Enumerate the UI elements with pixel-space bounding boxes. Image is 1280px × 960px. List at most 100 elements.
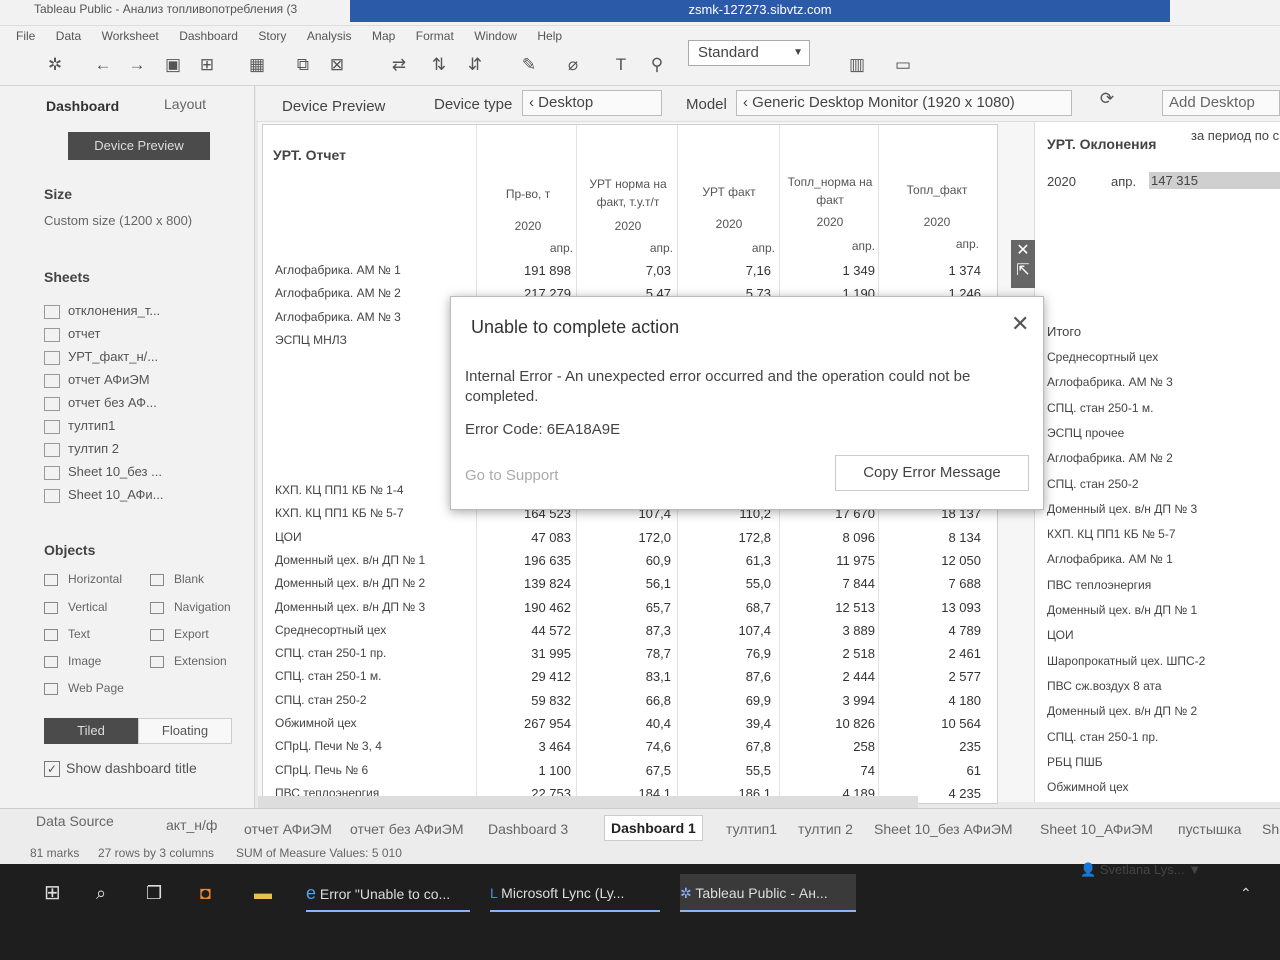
sheet-item[interactable]: отчет bbox=[44, 323, 100, 345]
menu-data[interactable]: Data bbox=[56, 26, 81, 46]
sheet-item[interactable]: отклонения_т... bbox=[44, 300, 160, 322]
add-layout-button[interactable]: Add Desktop bbox=[1162, 90, 1280, 116]
labels-icon[interactable]: T bbox=[610, 54, 632, 76]
sheet-tab-active[interactable]: Dashboard 1 bbox=[604, 815, 703, 841]
model-dropdown[interactable]: ‹ Generic Desktop Monitor (1920 x 1080) bbox=[736, 90, 1072, 116]
menu-analysis[interactable]: Analysis bbox=[307, 26, 352, 46]
tray-chevron-icon[interactable]: ⌃ bbox=[1240, 874, 1252, 912]
taskbar-item-tableau[interactable]: ✲ Tableau Public - Ан... bbox=[680, 874, 856, 912]
sheet-tab[interactable]: пустышка bbox=[1178, 821, 1241, 837]
show-title-checkbox[interactable]: ✓ Show dashboard title bbox=[44, 760, 197, 778]
tab-dashboard[interactable]: Dashboard bbox=[46, 98, 119, 114]
rotate-icon[interactable]: ⟳ bbox=[1096, 88, 1118, 110]
table-row[interactable]: Аглофабрика. АМ № 1 191 898 7,03 7,16 1 349 1… bbox=[263, 259, 997, 283]
user-menu[interactable]: 👤 Svetlana Lys... ▼ bbox=[1080, 862, 1230, 882]
deviation-item[interactable]: СПЦ. стан 250-1 пр. bbox=[1047, 730, 1158, 744]
object-image[interactable]: Image bbox=[44, 654, 101, 668]
copy-error-button[interactable]: Copy Error Message bbox=[835, 455, 1029, 491]
sheet-item[interactable]: отчет без АФ... bbox=[44, 392, 157, 414]
menu-window[interactable]: Window bbox=[474, 26, 517, 46]
deviation-item[interactable]: Аглофабрика. АМ № 1 bbox=[1047, 552, 1173, 566]
table-row[interactable]: СПЦ. стан 250-1 пр. 31 995 78,7 76,9 2 518 2 … bbox=[263, 642, 997, 666]
search-icon[interactable]: ⌕ bbox=[96, 874, 106, 912]
object-export[interactable]: Export bbox=[150, 627, 209, 641]
duplicate-icon[interactable]: ⧉ bbox=[292, 54, 314, 76]
device-preview-button[interactable]: Device Preview bbox=[68, 132, 210, 160]
tiled-button[interactable]: Tiled bbox=[44, 718, 138, 744]
clear-sheet-icon[interactable]: ⊠ bbox=[326, 54, 348, 76]
table-row[interactable]: СПрЦ. Печи № 3, 4 3 464 74,6 67,8 258 235 bbox=[263, 735, 997, 759]
sheet-tab[interactable]: Sheet 10_без АФиЭМ bbox=[874, 821, 1013, 837]
deviation-item[interactable]: Доменный цех. в/н ДП № 1 bbox=[1047, 603, 1197, 617]
menu-format[interactable]: Format bbox=[416, 26, 454, 46]
deviation-item[interactable]: Обжимной цех bbox=[1047, 780, 1129, 794]
deviation-item[interactable]: Среднесортный цех bbox=[1047, 350, 1158, 364]
deviation-item[interactable]: РБЦ ПШБ bbox=[1047, 755, 1103, 769]
object-navigation[interactable]: Navigation bbox=[150, 600, 231, 614]
taskbar-item-lync[interactable]: L Microsoft Lync (Ly... bbox=[490, 874, 660, 912]
fit-mode-dropdown[interactable]: Standard ▼ bbox=[688, 40, 810, 66]
close-icon[interactable]: ✕ bbox=[1011, 311, 1029, 337]
sheet-item[interactable]: отчет АФиЭМ bbox=[44, 369, 150, 391]
windows-start-icon[interactable]: ⊞ bbox=[44, 874, 61, 912]
open-external-icon[interactable]: ⇱ bbox=[1011, 260, 1035, 280]
sheet-tab[interactable]: отчет без АФиЭМ bbox=[350, 821, 464, 837]
taskbar-item-ie[interactable]: e Error "Unable to co... bbox=[306, 874, 470, 912]
object-web-page[interactable]: Web Page bbox=[44, 681, 124, 695]
show-me-icon[interactable]: ▥ bbox=[846, 54, 868, 76]
sheet-item[interactable]: тултип1 bbox=[44, 415, 115, 437]
deviation-item[interactable]: Аглофабрика. АМ № 2 bbox=[1047, 451, 1173, 465]
table-row[interactable]: Доменный цех. в/н ДП № 1 196 635 60,9 61,3 1… bbox=[263, 549, 997, 573]
deviation-item[interactable]: Доменный цех. в/н ДП № 3 bbox=[1047, 502, 1197, 516]
new-worksheet-icon[interactable]: ▦ bbox=[246, 54, 268, 76]
sheet-tab[interactable]: тултип1 bbox=[726, 821, 777, 837]
table-row[interactable]: Среднесортный цех 44 572 87,3 107,4 3 889 4 7… bbox=[263, 619, 997, 643]
deviation-item[interactable]: ПВС теплоэнергия bbox=[1047, 578, 1151, 592]
deviations-sheet[interactable]: УРТ. Оклонения за период по с 2020 апр. … bbox=[1034, 122, 1280, 802]
group-icon[interactable]: ⌀ bbox=[562, 54, 584, 76]
menu-worksheet[interactable]: Worksheet bbox=[102, 26, 159, 46]
deviation-item[interactable]: Шаропрокатный цех. ШПС-2 bbox=[1047, 654, 1205, 668]
table-row[interactable]: Доменный цех. в/н ДП № 3 190 462 65,7 68,7 1… bbox=[263, 596, 997, 620]
pin-icon[interactable]: ⚲ bbox=[646, 54, 668, 76]
device-type-dropdown[interactable]: ‹ Desktop bbox=[522, 90, 662, 116]
table-row[interactable]: СПЦ. стан 250-2 59 832 66,8 69,9 3 994 4 180 bbox=[263, 689, 997, 713]
object-text[interactable]: Text bbox=[44, 627, 90, 641]
tab-layout[interactable]: Layout bbox=[164, 96, 206, 112]
go-to-support-link[interactable]: Go to Support bbox=[465, 467, 558, 484]
deviation-item[interactable]: ПВС сж.воздух 8 ата bbox=[1047, 679, 1162, 693]
undo-icon[interactable]: ← bbox=[92, 54, 114, 76]
object-horizontal[interactable]: Horizontal bbox=[44, 572, 122, 586]
deviation-item[interactable]: Доменный цех. в/н ДП № 2 bbox=[1047, 704, 1197, 718]
menu-dashboard[interactable]: Dashboard bbox=[179, 26, 238, 46]
menu-file[interactable]: File bbox=[16, 26, 35, 46]
deviation-item[interactable]: КХП. КЦ ПП1 КБ № 5-7 bbox=[1047, 527, 1176, 541]
menu-map[interactable]: Map bbox=[372, 26, 395, 46]
deviation-item[interactable]: ЦОИ bbox=[1047, 628, 1074, 642]
tableau-logo-icon[interactable]: ✲ bbox=[44, 54, 66, 76]
sheet-item[interactable]: тултип 2 bbox=[44, 438, 119, 460]
highlight-icon[interactable]: ✎ bbox=[518, 54, 540, 76]
outlook-icon[interactable]: ◘ bbox=[200, 874, 211, 912]
table-row[interactable]: ЦОИ 47 083 172,0 172,8 8 096 8 134 bbox=[263, 526, 997, 550]
table-row[interactable]: Доменный цех. в/н ДП № 2 139 824 56,1 55,0 7… bbox=[263, 572, 997, 596]
redo-icon[interactable]: → bbox=[126, 54, 148, 76]
sheet-tab[interactable]: Sh bbox=[1262, 821, 1279, 837]
sheet-tab[interactable]: Dashboard 3 bbox=[488, 821, 568, 837]
sheet-item[interactable]: Sheet 10_без ... bbox=[44, 461, 162, 483]
remote-connection-bar[interactable]: zsmk-127273.sibvtz.com bbox=[350, 0, 1170, 22]
sheet-tab[interactable]: Sheet 10_АФиЭМ bbox=[1040, 821, 1153, 837]
sheet-tab[interactable]: акт_н/ф bbox=[166, 817, 217, 833]
floating-button[interactable]: Floating bbox=[138, 718, 232, 744]
task-view-icon[interactable]: ❐ bbox=[146, 874, 162, 912]
save-icon[interactable]: ▣ bbox=[162, 54, 184, 76]
sheet-item[interactable]: УРТ_факт_н/... bbox=[44, 346, 158, 368]
table-row[interactable]: Обжимной цех 267 954 40,4 39,4 10 826 10 564 bbox=[263, 712, 997, 736]
sheet-item[interactable]: Sheet 10_АФи... bbox=[44, 484, 164, 506]
horizontal-scrollbar[interactable] bbox=[258, 796, 918, 808]
sheet-tab[interactable]: отчет АФиЭМ bbox=[244, 821, 332, 837]
deviation-item[interactable]: Аглофабрика. АМ № 3 bbox=[1047, 375, 1173, 389]
sort-asc-icon[interactable]: ⇅ bbox=[428, 54, 450, 76]
deviation-item[interactable]: СПЦ. стан 250-2 bbox=[1047, 477, 1139, 491]
object-extension[interactable]: Extension bbox=[150, 654, 227, 668]
